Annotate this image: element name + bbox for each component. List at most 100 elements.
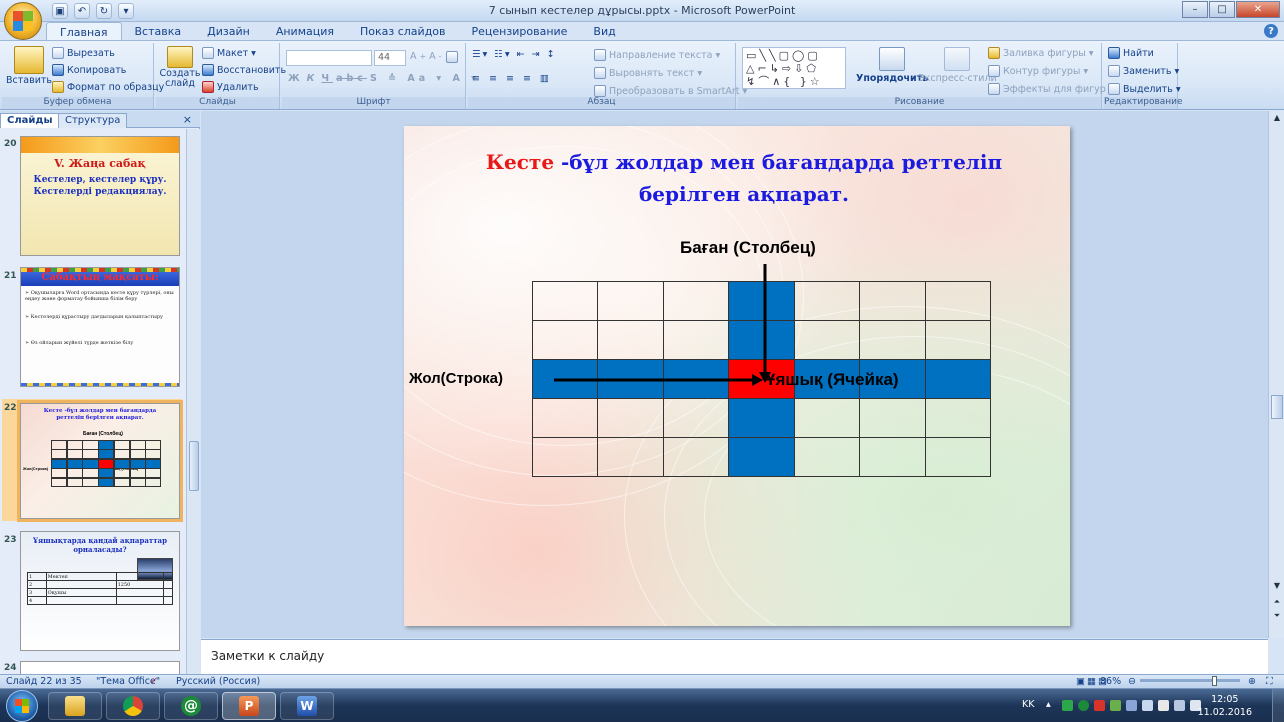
thumb-table-cell[interactable]	[129, 468, 146, 479]
table-cell[interactable]	[728, 281, 795, 321]
font-format-buttons[interactable]: Ж К Ч abc S ≙ Aa ▾ A ▾	[288, 73, 480, 84]
font-size-combo[interactable]: 44	[374, 50, 406, 66]
scroll-down-icon[interactable]: ▼	[1271, 581, 1283, 593]
layout-button[interactable]: Макет ▾	[202, 47, 256, 59]
thumb-table-cell[interactable]	[98, 449, 115, 460]
slide-thumbnail-23[interactable]: Ұяшықтарда қандай ақпараттар орналасады?…	[20, 531, 180, 651]
thumb-table-cell[interactable]	[145, 449, 162, 460]
thumb-table-cell[interactable]	[113, 477, 131, 488]
smartart-button[interactable]: Преобразовать в SmartArt ▾	[594, 85, 747, 97]
new-slide-button[interactable]: Создать слайд	[159, 46, 201, 89]
replace-button[interactable]: Заменить ▾	[1108, 65, 1179, 77]
thumb-table-cell[interactable]	[66, 449, 83, 460]
thumb-table-cell[interactable]	[145, 468, 162, 479]
tab-slideshow[interactable]: Показ слайдов	[347, 22, 459, 40]
show-desktop-button[interactable]	[1272, 689, 1284, 722]
notes-placeholder[interactable]: Заметки к слайду	[211, 649, 324, 663]
tab-animation[interactable]: Анимация	[263, 22, 347, 40]
table-cell[interactable]	[859, 320, 926, 360]
thumb-table-cell[interactable]	[66, 468, 83, 479]
table-cell[interactable]	[532, 281, 599, 321]
zoom-slider[interactable]	[1140, 679, 1240, 682]
thumb-table-cell[interactable]	[98, 477, 115, 488]
taskbar-chrome[interactable]	[106, 692, 160, 720]
row-label[interactable]: Жол(Строка)	[409, 370, 503, 387]
slide-thumbnail-22[interactable]: Кесте -бұл жолдар мен бағандарда реттелі…	[17, 400, 183, 522]
tray-icon[interactable]	[1110, 700, 1121, 711]
table-cell[interactable]	[597, 359, 664, 399]
thumb-table-cell[interactable]	[66, 477, 83, 488]
reset-button[interactable]: Восстановить	[202, 64, 286, 76]
table-cell[interactable]	[924, 437, 991, 477]
flag-icon[interactable]	[1158, 700, 1169, 711]
thumb-table-cell[interactable]	[145, 477, 162, 488]
slide-title[interactable]: Кесте -бұл жолдар мен бағандарда реттелі…	[444, 146, 1044, 210]
tray-icon[interactable]	[1078, 700, 1089, 711]
tab-slides[interactable]: Слайды	[0, 113, 60, 128]
shape-outline-button[interactable]: Контур фигуры ▾	[988, 65, 1088, 77]
close-pane-icon[interactable]: ×	[183, 113, 192, 126]
shape-effects-button[interactable]: Эффекты для фигур ▾	[988, 83, 1114, 95]
tray-icon[interactable]	[1062, 700, 1073, 711]
network-icon[interactable]	[1142, 700, 1153, 711]
taskbar-mail-agent[interactable]: @	[164, 692, 218, 720]
spellcheck-icon[interactable]: ✓	[150, 676, 158, 687]
table-cell[interactable]	[532, 437, 599, 477]
tab-insert[interactable]: Вставка	[122, 22, 195, 40]
list-buttons[interactable]: ☰▾ ☷▾ ⇤ ⇥ ↕	[472, 49, 557, 60]
thumb-table-cell[interactable]	[113, 468, 131, 479]
close-button[interactable]: ✕	[1236, 1, 1280, 18]
table-cell[interactable]	[662, 359, 730, 399]
table-cell[interactable]	[728, 437, 795, 477]
help-icon[interactable]: ?	[1264, 24, 1278, 38]
slide-thumbnail-21[interactable]: Сабақтың мақсаты: ➢ Оқушыларға Word орта…	[20, 267, 180, 387]
table-cell[interactable]	[859, 398, 926, 438]
thumb-table-cell[interactable]	[82, 449, 99, 460]
slide-canvas[interactable]: Кесте -бұл жолдар мен бағандарда реттелі…	[404, 126, 1070, 626]
thumb-table-cell[interactable]	[51, 477, 68, 488]
table-cell[interactable]	[793, 398, 861, 438]
zoom-out-icon[interactable]: ⊖	[1128, 676, 1136, 687]
next-slide-icon[interactable]: ⏷	[1271, 611, 1283, 623]
scroll-up-icon[interactable]: ▲	[1271, 113, 1283, 125]
table-cell[interactable]	[793, 320, 861, 360]
table-cell[interactable]	[597, 320, 664, 360]
scrollbar-thumb[interactable]	[1271, 395, 1283, 419]
zoom-slider-thumb[interactable]	[1212, 676, 1217, 686]
clock[interactable]: 12:05 11.02.2016	[1198, 693, 1252, 719]
select-button[interactable]: Выделить ▾	[1108, 83, 1181, 95]
table-cell[interactable]	[793, 281, 861, 321]
thumb-table-cell[interactable]	[51, 449, 68, 460]
tray-expand-icon[interactable]: ▴	[1046, 699, 1051, 710]
thumb-table-cell[interactable]	[51, 468, 68, 479]
table-cell[interactable]	[793, 437, 861, 477]
format-painter-button[interactable]: Формат по образцу	[52, 81, 164, 93]
thumb-table-cell[interactable]	[98, 468, 115, 479]
delete-slide-button[interactable]: Удалить	[202, 81, 259, 93]
tray-icon[interactable]	[1174, 700, 1185, 711]
vertical-scrollbar[interactable]: ▲ ▼ ⏶ ⏷	[1268, 111, 1284, 638]
thumb-table-cell[interactable]	[113, 449, 131, 460]
table-cell[interactable]	[662, 320, 730, 360]
table-cell[interactable]	[728, 398, 795, 438]
column-label[interactable]: Баған (Столбец)	[680, 238, 816, 258]
thumb-table-cell[interactable]	[82, 477, 99, 488]
table-cell[interactable]	[859, 281, 926, 321]
table-cell[interactable]	[924, 281, 991, 321]
tab-outline[interactable]: Структура	[58, 113, 128, 128]
tab-home[interactable]: Главная	[46, 22, 122, 40]
tab-view[interactable]: Вид	[580, 22, 628, 40]
start-button[interactable]	[6, 690, 38, 722]
scrollbar-thumb[interactable]	[189, 441, 199, 491]
font-name-combo[interactable]	[286, 50, 372, 66]
table-cell[interactable]	[662, 398, 730, 438]
copy-button[interactable]: Копировать	[52, 64, 126, 76]
table-cell[interactable]	[532, 398, 599, 438]
notes-pane[interactable]: Заметки к слайду	[201, 639, 1268, 674]
quick-styles-button[interactable]: Экспресс-стили	[918, 47, 997, 84]
zoom-in-icon[interactable]: ⊕	[1248, 676, 1256, 687]
paste-button[interactable]: Вставить	[6, 46, 52, 86]
minimize-button[interactable]: –	[1182, 1, 1208, 18]
prev-slide-icon[interactable]: ⏶	[1271, 597, 1283, 609]
language[interactable]: Русский (Россия)	[176, 676, 260, 687]
